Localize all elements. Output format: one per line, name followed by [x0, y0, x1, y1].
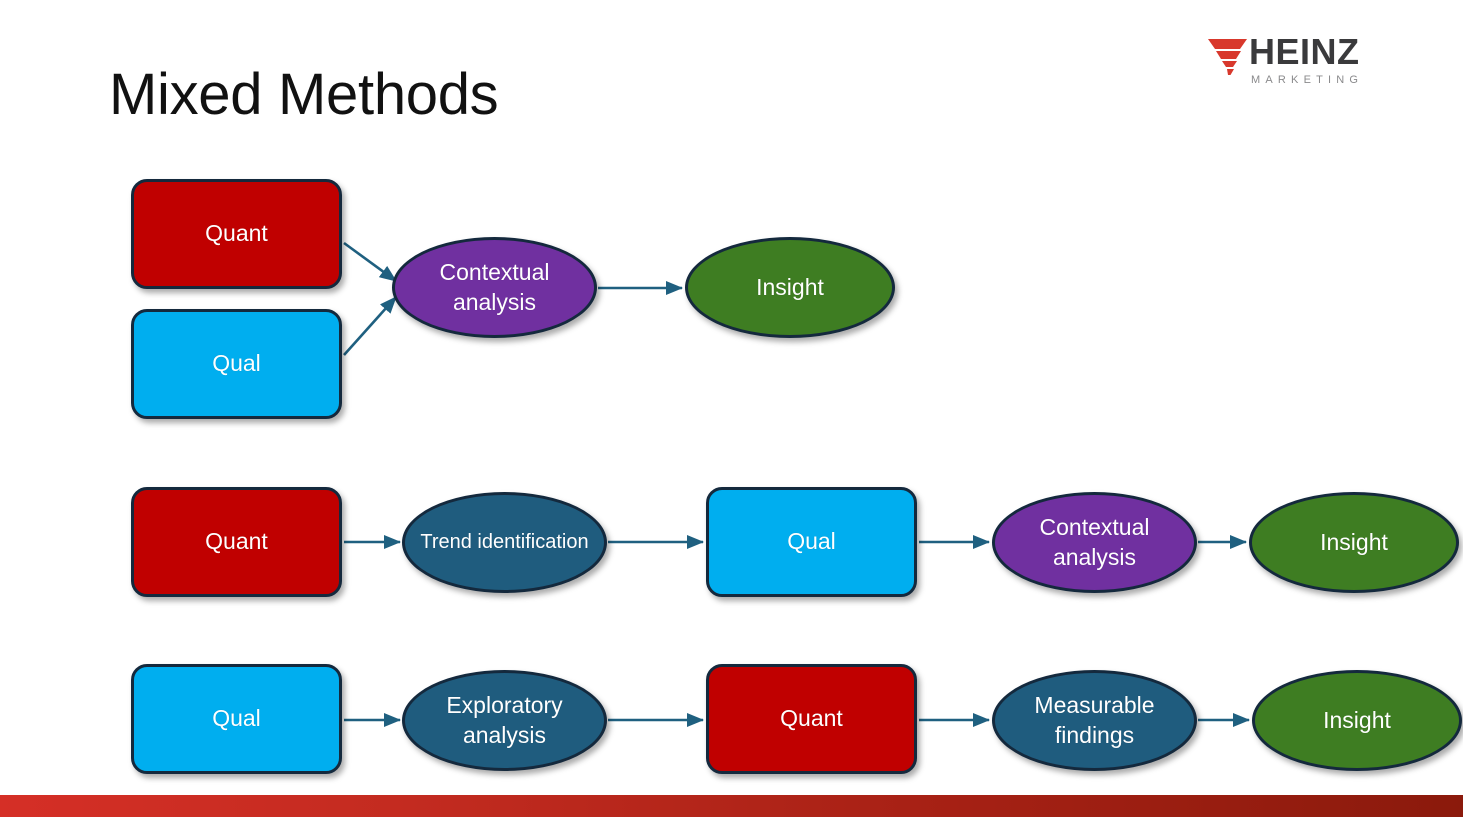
- node-quant[interactable]: Quant: [131, 487, 342, 597]
- node-quant[interactable]: Quant: [131, 179, 342, 289]
- node-label: Insight: [756, 273, 824, 300]
- connector-r1-quant-to-contextual: [343, 241, 397, 283]
- node-label: Trend identification: [420, 530, 589, 553]
- connector-r1-qual-to-contextual: [343, 296, 397, 356]
- node-label: Quant: [205, 220, 268, 247]
- mixed-methods-flowchart: Quant Qual Contextual analysis Insight Q…: [0, 0, 1463, 817]
- node-insight[interactable]: Insight: [1252, 670, 1462, 771]
- node-label: Insight: [1323, 706, 1391, 733]
- slide-canvas: Mixed Methods HEINZ MARKETING Quant Qual…: [0, 0, 1463, 817]
- node-insight[interactable]: Insight: [685, 237, 895, 338]
- node-qual[interactable]: Qual: [706, 487, 917, 597]
- node-label: Insight: [1320, 528, 1388, 555]
- node-contextual-analysis[interactable]: Contextual analysis: [992, 492, 1197, 593]
- node-label: Quant: [205, 528, 268, 555]
- slide-accent-bar: [0, 795, 1463, 817]
- node-label: Qual: [212, 705, 261, 732]
- node-exploratory-analysis[interactable]: Exploratory analysis: [402, 670, 607, 771]
- node-label: Quant: [780, 705, 843, 732]
- node-label: Exploratory analysis: [446, 692, 563, 748]
- node-label: Measurable findings: [1034, 692, 1155, 748]
- node-qual[interactable]: Qual: [131, 309, 342, 419]
- node-measurable-findings[interactable]: Measurable findings: [992, 670, 1197, 771]
- node-quant[interactable]: Quant: [706, 664, 917, 774]
- node-label: Qual: [787, 528, 836, 555]
- node-label: Contextual analysis: [439, 259, 550, 315]
- node-contextual-analysis[interactable]: Contextual analysis: [392, 237, 597, 338]
- node-qual[interactable]: Qual: [131, 664, 342, 774]
- node-label: Qual: [212, 350, 261, 377]
- node-label: Contextual analysis: [1039, 514, 1150, 570]
- node-insight[interactable]: Insight: [1249, 492, 1459, 593]
- node-trend-identification[interactable]: Trend identification: [402, 492, 607, 593]
